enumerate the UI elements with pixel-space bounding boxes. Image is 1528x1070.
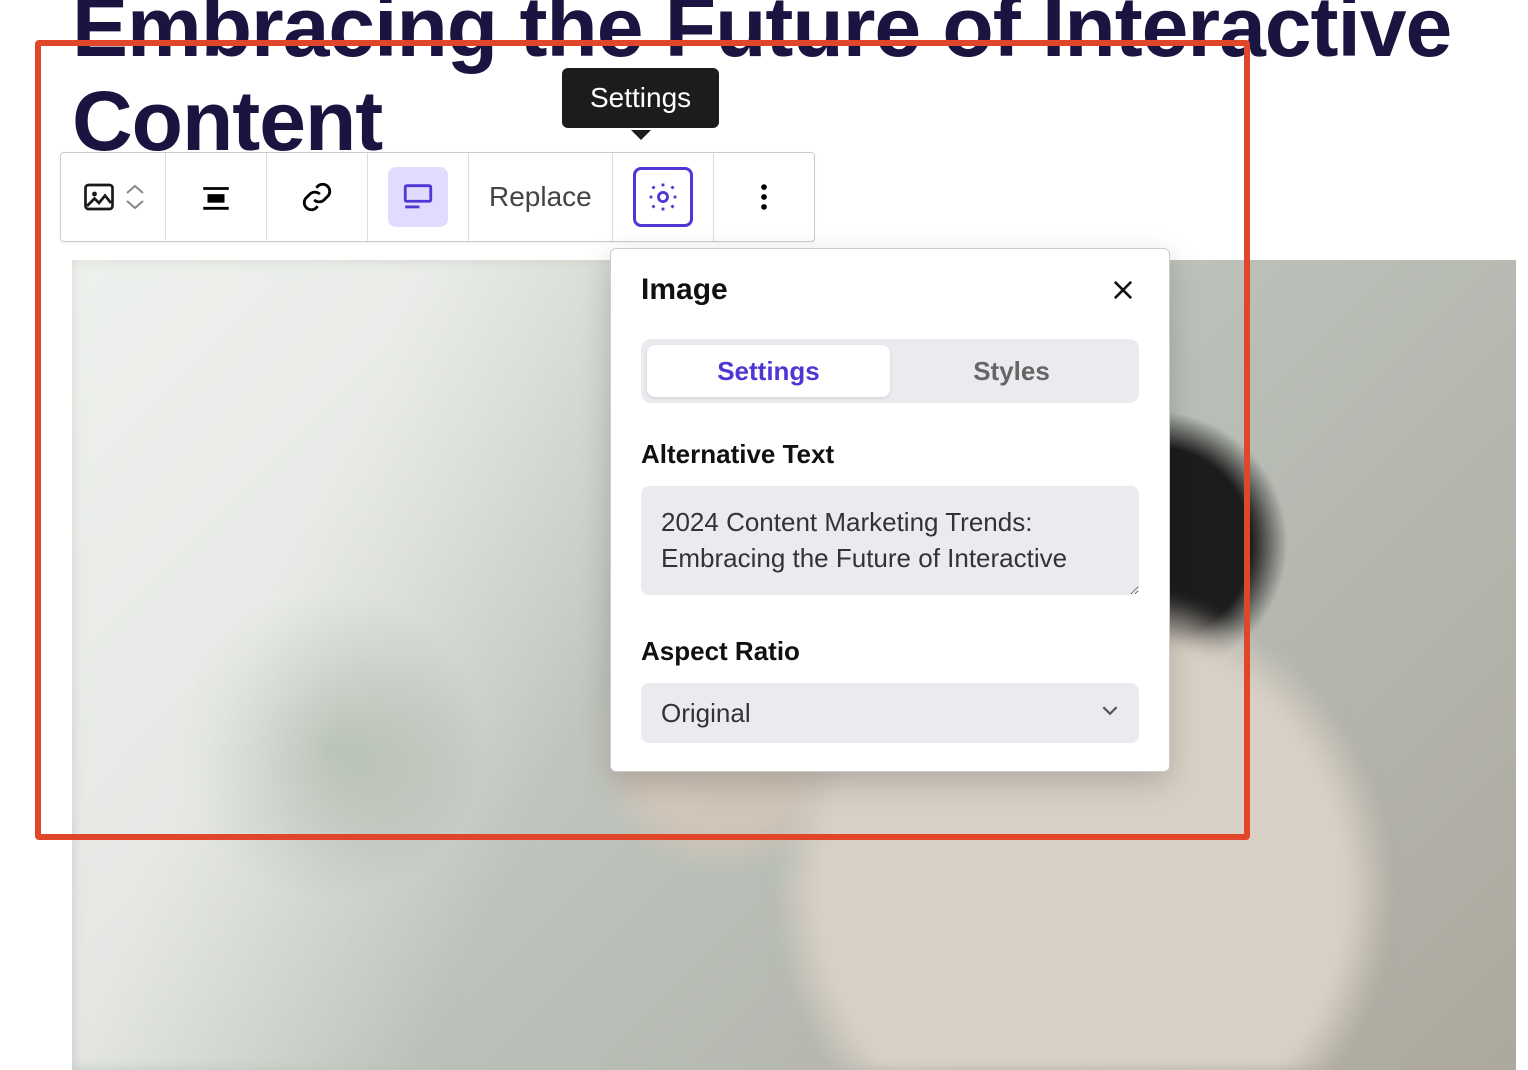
- chevron-down-icon: [125, 198, 145, 212]
- image-block-icon[interactable]: [81, 179, 117, 215]
- more-cell: [714, 153, 814, 241]
- settings-cell: [613, 153, 714, 241]
- link-icon: [300, 180, 334, 214]
- align-icon: [199, 180, 233, 214]
- image-settings-panel: Image Settings Styles Alternative Text A…: [610, 248, 1170, 772]
- page-title: Embracing the Future of Interactive Cont…: [72, 0, 1528, 168]
- align-button[interactable]: [186, 167, 246, 227]
- replace-cell: Replace: [469, 153, 613, 241]
- replace-button[interactable]: Replace: [489, 181, 592, 213]
- caption-cell: [368, 153, 469, 241]
- caption-button[interactable]: [388, 167, 448, 227]
- link-cell: [267, 153, 368, 241]
- gear-icon: [646, 180, 680, 214]
- panel-tabs: Settings Styles: [641, 339, 1139, 403]
- aspect-ratio-label: Aspect Ratio: [641, 636, 1139, 667]
- panel-title: Image: [641, 273, 728, 307]
- close-button[interactable]: [1107, 274, 1139, 306]
- alt-text-label: Alternative Text: [641, 439, 1139, 470]
- aspect-ratio-select[interactable]: Original: [641, 683, 1139, 743]
- align-cell: [166, 153, 267, 241]
- block-type-cell: [61, 153, 166, 241]
- settings-tooltip: Settings: [562, 68, 719, 128]
- settings-button[interactable]: [633, 167, 693, 227]
- tab-styles[interactable]: Styles: [890, 345, 1133, 397]
- more-options-button[interactable]: [734, 167, 794, 227]
- block-mover[interactable]: [125, 182, 145, 212]
- caption-icon: [401, 180, 435, 214]
- more-vertical-icon: [747, 180, 781, 214]
- tab-settings[interactable]: Settings: [647, 345, 890, 397]
- close-icon: [1109, 276, 1137, 304]
- block-toolbar: Replace: [60, 152, 815, 242]
- link-button[interactable]: [287, 167, 347, 227]
- alt-text-input[interactable]: [641, 486, 1139, 595]
- chevron-up-icon: [125, 182, 145, 196]
